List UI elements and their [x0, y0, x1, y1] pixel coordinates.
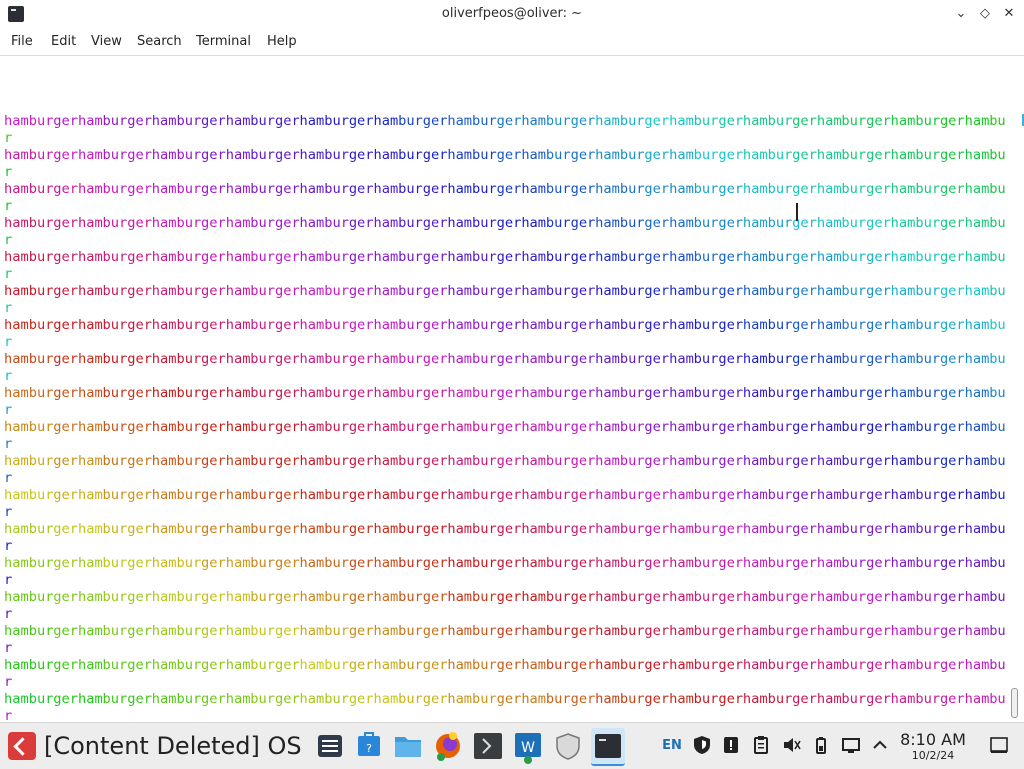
- terminal-wrap-char: r: [4, 674, 12, 690]
- firefox-app-icon[interactable]: [431, 728, 465, 764]
- terminal-line: hamburgerhamburgerhamburgerhamburgerhamb…: [4, 283, 1006, 299]
- terminal-wrap-char: r: [4, 198, 12, 214]
- terminal-active-app-icon[interactable]: [591, 728, 625, 766]
- scrollbar-thumb[interactable]: [1011, 688, 1018, 718]
- terminal-line: hamburgerhamburgerhamburgerhamburgerhamb…: [4, 487, 1006, 503]
- os-name-label: [Content Deleted] OS: [44, 732, 302, 760]
- terminal-wrap-char: r: [4, 606, 12, 622]
- title-bar: oliverfpeos@oliver: ~ ⌄ ◇ ✕: [0, 0, 1024, 28]
- terminal-line: hamburgerhamburgerhamburgerhamburgerhamb…: [4, 147, 1006, 163]
- menu-file[interactable]: File: [11, 28, 33, 55]
- window-title: oliverfpeos@oliver: ~: [441, 6, 583, 21]
- terminal-line: hamburgerhamburgerhamburgerhamburgerhamb…: [4, 419, 1006, 435]
- files-app-icon[interactable]: [391, 728, 425, 764]
- close-button[interactable]: ✕: [1000, 5, 1018, 23]
- terminal-wrap-char: r: [4, 708, 12, 722]
- wireshark-app-icon[interactable]: W: [511, 728, 545, 764]
- terminal-scrollbar[interactable]: [1006, 56, 1024, 722]
- terminal-wrap-char: r: [4, 266, 12, 282]
- terminal-line: hamburgerhamburgerhamburgerhamburgerhamb…: [4, 215, 1006, 231]
- terminal-text-area: hamburgerhamburgerhamburgerhamburgerhamb…: [4, 113, 1006, 722]
- terminal-line: hamburgerhamburgerhamburgerhamburgerhamb…: [4, 385, 1006, 401]
- terminal-line: hamburgerhamburgerhamburgerhamburgerhamb…: [4, 249, 1006, 265]
- terminal-line: hamburgerhamburgerhamburgerhamburgerhamb…: [4, 521, 1006, 537]
- terminal-line: hamburgerhamburgerhamburgerhamburgerhamb…: [4, 657, 1006, 673]
- terminal-output[interactable]: hamburgerhamburgerhamburgerhamburgerhamb…: [0, 56, 1006, 722]
- terminal-line: hamburgerhamburgerhamburgerhamburgerhamb…: [4, 317, 1006, 333]
- terminal-wrap-char: r: [4, 368, 12, 384]
- svg-text:W: W: [521, 740, 535, 756]
- store-app-icon[interactable]: ?: [352, 728, 386, 764]
- settings-app-icon[interactable]: [313, 728, 347, 764]
- terminal-wrap-char: r: [4, 130, 12, 146]
- terminal-wrap-char: r: [4, 640, 12, 656]
- chevron-up-icon[interactable]: [868, 734, 892, 758]
- terminal-wrap-char: r: [4, 470, 12, 486]
- maximize-button[interactable]: ◇: [976, 5, 994, 23]
- shield-app-icon[interactable]: [551, 728, 585, 764]
- mute-icon[interactable]: [779, 734, 803, 758]
- network-icon[interactable]: [839, 734, 863, 758]
- svg-text:?: ?: [366, 742, 372, 755]
- terminal-wrap-char: r: [4, 164, 12, 180]
- clock-time[interactable]: 8:10 AM: [895, 730, 971, 749]
- terminal-launcher-icon[interactable]: [471, 728, 505, 764]
- terminal-wrap-char: r: [4, 538, 12, 554]
- show-desktop-icon[interactable]: [987, 734, 1011, 758]
- terminal-wrap-char: r: [4, 402, 12, 418]
- terminal-wrap-char: r: [4, 504, 12, 520]
- text-cursor-ibeam: [796, 203, 798, 221]
- notice-icon[interactable]: [719, 734, 743, 758]
- os-logo-icon[interactable]: [8, 732, 36, 760]
- language-indicator[interactable]: EN: [660, 734, 684, 758]
- battery-icon[interactable]: [809, 734, 833, 758]
- terminal-line: hamburgerhamburgerhamburgerhamburgerhamb…: [4, 113, 1006, 129]
- terminal-line: hamburgerhamburgerhamburgerhamburgerhamb…: [4, 589, 1006, 605]
- terminal-line: hamburgerhamburgerhamburgerhamburgerhamb…: [4, 453, 1006, 469]
- menu-search[interactable]: Search: [137, 28, 182, 55]
- terminal-wrap-char: r: [4, 436, 12, 452]
- menu-view[interactable]: View: [91, 28, 122, 55]
- terminal-line: hamburgerhamburgerhamburgerhamburgerhamb…: [4, 555, 1006, 571]
- terminal-line: hamburgerhamburgerhamburgerhamburgerhamb…: [4, 351, 1006, 367]
- menu-terminal[interactable]: Terminal: [196, 28, 251, 55]
- menu-help[interactable]: Help: [267, 28, 297, 55]
- menu-edit[interactable]: Edit: [51, 28, 76, 55]
- taskbar: [Content Deleted] OS ? W EN 8:10 AM 10/2…: [0, 722, 1024, 769]
- minimize-button[interactable]: ⌄: [952, 5, 970, 23]
- terminal-wrap-char: r: [4, 300, 12, 316]
- clock-date[interactable]: 10/2/24: [895, 749, 971, 762]
- terminal-wrap-char: r: [4, 232, 12, 248]
- terminal-wrap-char: r: [4, 572, 12, 588]
- terminal-line: hamburgerhamburgerhamburgerhamburgerhamb…: [4, 181, 1006, 197]
- terminal-wrap-char: r: [4, 334, 12, 350]
- menu-bar: File Edit View Search Terminal Help: [0, 28, 1024, 56]
- terminal-line: hamburgerhamburgerhamburgerhamburgerhamb…: [4, 623, 1006, 639]
- clipboard-icon[interactable]: [749, 734, 773, 758]
- shield-icon[interactable]: [690, 734, 714, 758]
- terminal-line: hamburgerhamburgerhamburgerhamburgerhamb…: [4, 691, 1006, 707]
